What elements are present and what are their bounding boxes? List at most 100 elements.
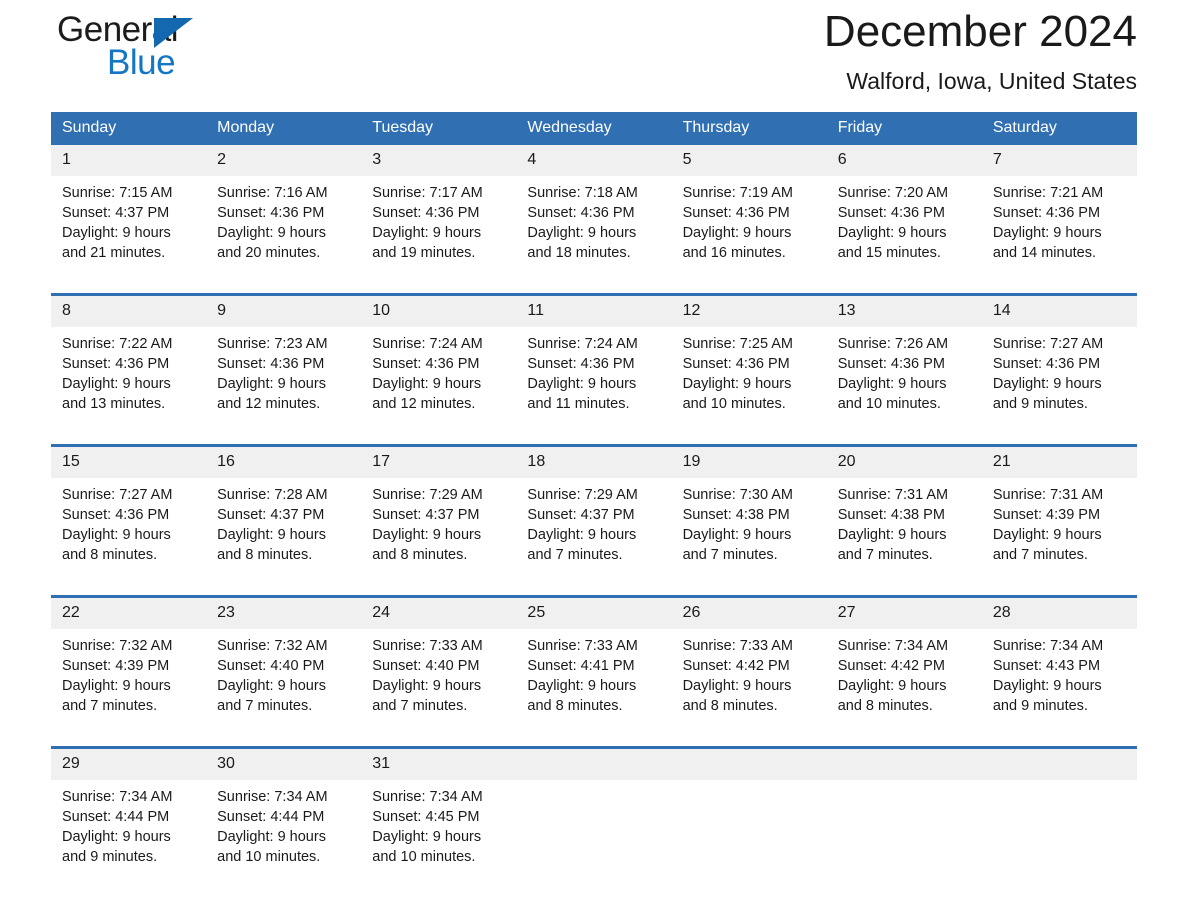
day-number[interactable]: 6 [826,145,982,176]
day-number[interactable]: 11 [516,296,672,327]
daylight-text: Daylight: 9 hours [372,527,482,543]
daylight-text-cont: and 9 minutes. [992,698,1088,714]
sunset-text: Sunset: 4:45 PM [372,809,480,825]
daylight-text: Daylight: 9 hours [837,527,947,543]
daylight-text-cont: and 12 minutes. [217,396,321,412]
daylight-text-cont: and 7 minutes. [217,698,313,714]
day-cell[interactable]: Sunrise: 7:33 AM Sunset: 4:42 PM Dayligh… [671,629,827,727]
day-cell[interactable]: Sunrise: 7:25 AM Sunset: 4:36 PM Dayligh… [671,327,827,425]
day-number[interactable]: 29 [51,749,207,780]
day-number[interactable]: 8 [51,296,207,327]
day-number[interactable]: 13 [826,296,982,327]
day-number[interactable]: 30 [206,749,362,780]
daylight-text: Daylight: 9 hours [682,376,792,392]
day-cell[interactable]: Sunrise: 7:17 AM Sunset: 4:36 PM Dayligh… [361,176,517,274]
weekday-header-friday: Friday [826,112,982,145]
day-cell[interactable]: Sunrise: 7:20 AM Sunset: 4:36 PM Dayligh… [826,176,982,274]
sunset-text: Sunset: 4:37 PM [372,507,480,523]
day-cell[interactable]: Sunrise: 7:26 AM Sunset: 4:36 PM Dayligh… [826,327,982,425]
daylight-text-cont: and 11 minutes. [527,396,630,412]
sunset-text: Sunset: 4:44 PM [217,809,325,825]
day-number[interactable]: 26 [671,598,827,629]
day-number[interactable]: 7 [981,145,1137,176]
sunrise-text: Sunrise: 7:32 AM [62,638,173,654]
sunrise-text: Sunrise: 7:29 AM [372,487,483,503]
day-cell[interactable]: Sunrise: 7:34 AM Sunset: 4:44 PM Dayligh… [51,780,207,878]
day-cell[interactable]: Sunrise: 7:32 AM Sunset: 4:39 PM Dayligh… [51,629,207,727]
day-cell[interactable]: Sunrise: 7:21 AM Sunset: 4:36 PM Dayligh… [981,176,1137,274]
daylight-text-cont: and 10 minutes. [837,396,941,412]
day-cell[interactable]: Sunrise: 7:24 AM Sunset: 4:36 PM Dayligh… [361,327,517,425]
weekday-header-saturday: Saturday [981,112,1137,145]
daylight-text: Daylight: 9 hours [837,376,947,392]
day-number[interactable]: 9 [206,296,362,327]
day-cell[interactable]: Sunrise: 7:34 AM Sunset: 4:44 PM Dayligh… [206,780,362,878]
day-cell[interactable]: Sunrise: 7:15 AM Sunset: 4:37 PM Dayligh… [51,176,207,274]
daylight-text-cont: and 10 minutes. [682,396,786,412]
day-number[interactable]: 27 [826,598,982,629]
sunrise-text: Sunrise: 7:27 AM [992,336,1104,352]
page-title: December 2024 [823,7,1137,56]
sunset-text: Sunset: 4:42 PM [682,658,790,674]
day-number[interactable]: 19 [671,447,827,478]
day-number[interactable]: 12 [671,296,827,327]
day-cell[interactable]: Sunrise: 7:18 AM Sunset: 4:36 PM Dayligh… [516,176,672,274]
day-number[interactable]: 24 [361,598,517,629]
sunrise-text: Sunrise: 7:16 AM [217,185,328,201]
day-number[interactable]: 10 [361,296,517,327]
sunrise-text: Sunrise: 7:21 AM [992,185,1104,201]
daylight-text-cont: and 8 minutes. [682,698,778,714]
day-cell[interactable]: Sunrise: 7:22 AM Sunset: 4:36 PM Dayligh… [51,327,207,425]
sunset-text: Sunset: 4:36 PM [217,356,325,372]
day-number[interactable]: 21 [981,447,1137,478]
week-info-row: Sunrise: 7:34 AM Sunset: 4:44 PM Dayligh… [51,780,1137,878]
day-number[interactable]: 2 [206,145,362,176]
week-gap [51,727,1137,746]
week-daynum-row: 8 9 10 11 12 13 14 [51,296,1137,327]
day-number[interactable]: 22 [51,598,207,629]
day-cell[interactable]: Sunrise: 7:31 AM Sunset: 4:39 PM Dayligh… [981,478,1137,576]
day-number[interactable]: 1 [51,145,207,176]
day-cell[interactable]: Sunrise: 7:19 AM Sunset: 4:36 PM Dayligh… [671,176,827,274]
day-cell[interactable]: Sunrise: 7:32 AM Sunset: 4:40 PM Dayligh… [206,629,362,727]
day-number[interactable]: 16 [206,447,362,478]
day-number[interactable]: 18 [516,447,672,478]
sunset-text: Sunset: 4:36 PM [62,356,170,372]
daylight-text: Daylight: 9 hours [62,678,171,694]
day-number[interactable]: 15 [51,447,207,478]
weekday-header-wednesday: Wednesday [516,112,672,145]
day-cell[interactable]: Sunrise: 7:33 AM Sunset: 4:41 PM Dayligh… [516,629,672,727]
day-cell[interactable]: Sunrise: 7:29 AM Sunset: 4:37 PM Dayligh… [361,478,517,576]
daylight-text: Daylight: 9 hours [682,225,792,241]
day-number[interactable]: 4 [516,145,672,176]
day-cell[interactable]: Sunrise: 7:23 AM Sunset: 4:36 PM Dayligh… [206,327,362,425]
day-number[interactable]: 14 [981,296,1137,327]
day-cell[interactable]: Sunrise: 7:16 AM Sunset: 4:36 PM Dayligh… [206,176,362,274]
day-cell[interactable]: Sunrise: 7:31 AM Sunset: 4:38 PM Dayligh… [826,478,982,576]
day-cell[interactable]: Sunrise: 7:28 AM Sunset: 4:37 PM Dayligh… [206,478,362,576]
day-number[interactable]: 20 [826,447,982,478]
day-number[interactable]: 23 [206,598,362,629]
general-blue-logo[interactable]: General Blue [57,10,257,86]
day-number[interactable]: 31 [361,749,517,780]
week-info-row: Sunrise: 7:15 AM Sunset: 4:37 PM Dayligh… [51,176,1137,274]
day-number[interactable]: 28 [981,598,1137,629]
day-cell[interactable]: Sunrise: 7:30 AM Sunset: 4:38 PM Dayligh… [671,478,827,576]
day-number[interactable]: 17 [361,447,517,478]
day-number[interactable]: 5 [671,145,827,176]
day-number[interactable]: 25 [516,598,672,629]
day-cell[interactable]: Sunrise: 7:29 AM Sunset: 4:37 PM Dayligh… [516,478,672,576]
day-cell[interactable]: Sunrise: 7:24 AM Sunset: 4:36 PM Dayligh… [516,327,672,425]
day-cell[interactable]: Sunrise: 7:34 AM Sunset: 4:43 PM Dayligh… [981,629,1137,727]
daylight-text: Daylight: 9 hours [62,376,171,392]
daylight-text: Daylight: 9 hours [992,376,1102,392]
day-cell[interactable]: Sunrise: 7:27 AM Sunset: 4:36 PM Dayligh… [981,327,1137,425]
day-number[interactable]: 3 [361,145,517,176]
day-cell[interactable]: Sunrise: 7:33 AM Sunset: 4:40 PM Dayligh… [361,629,517,727]
daylight-text-cont: and 19 minutes. [372,245,476,261]
day-cell[interactable]: Sunrise: 7:27 AM Sunset: 4:36 PM Dayligh… [51,478,207,576]
sunset-text: Sunset: 4:36 PM [527,356,635,372]
sunset-text: Sunset: 4:37 PM [527,507,635,523]
day-cell[interactable]: Sunrise: 7:34 AM Sunset: 4:42 PM Dayligh… [826,629,982,727]
day-cell[interactable]: Sunrise: 7:34 AM Sunset: 4:45 PM Dayligh… [361,780,517,878]
